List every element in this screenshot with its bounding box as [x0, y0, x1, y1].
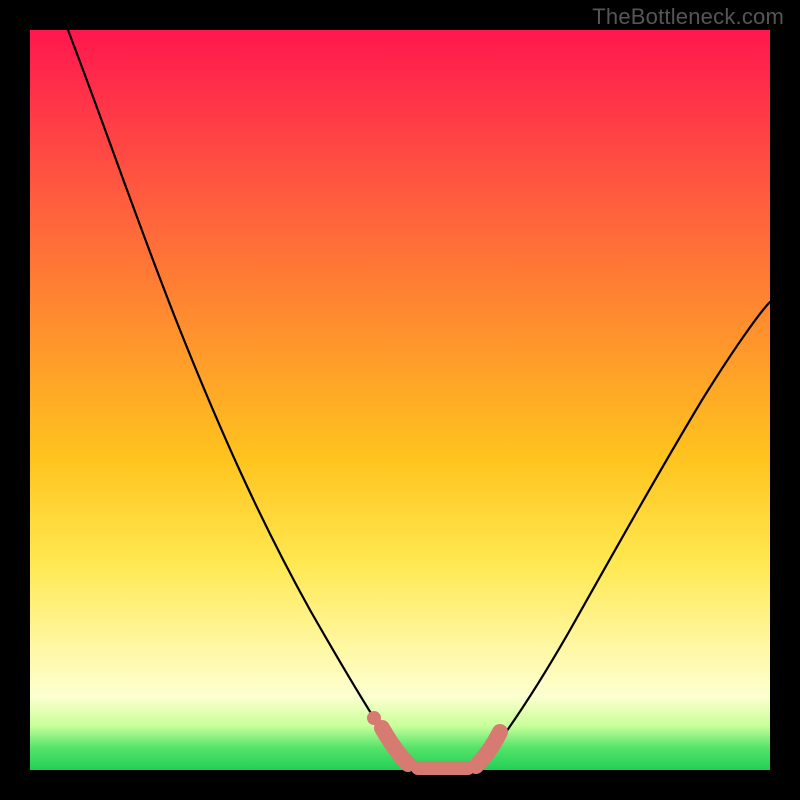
bottleneck-highlight-right — [476, 732, 500, 766]
bottleneck-highlight — [382, 728, 408, 764]
bottleneck-highlight-dot — [367, 711, 381, 725]
chart-frame: TheBottleneck.com — [0, 0, 800, 800]
curve-layer — [30, 30, 770, 770]
watermark-text: TheBottleneck.com — [592, 4, 784, 30]
right-curve — [478, 302, 770, 770]
left-curve — [68, 30, 414, 770]
plot-area — [30, 30, 770, 770]
